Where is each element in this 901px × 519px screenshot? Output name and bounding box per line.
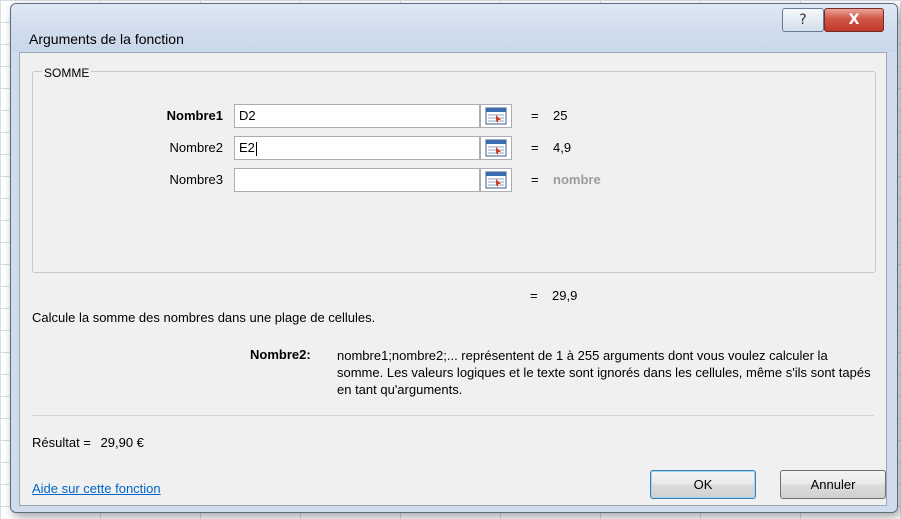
nombre3-result-hint: nombre xyxy=(553,172,601,187)
separator xyxy=(32,415,874,416)
arg-equals-3: = xyxy=(531,172,539,187)
arg-label-nombre3: Nombre3 xyxy=(169,172,223,187)
nombre1-collapse-dialog-icon[interactable] xyxy=(480,104,512,128)
arg-label-nombre2: Nombre2 xyxy=(169,140,223,155)
function-arguments-dialog: Arguments de la fonction ? X SOMME Nombr… xyxy=(10,3,898,513)
ok-label: OK xyxy=(693,477,713,492)
cancel-button[interactable]: Annuler xyxy=(780,470,886,499)
close-glyph: X xyxy=(848,12,860,28)
nombre2-result: 4,9 xyxy=(553,140,572,155)
arg-equals-2: = xyxy=(531,140,539,155)
formula-result: Résultat = 29,90 € xyxy=(32,435,144,450)
total-equals: = xyxy=(530,288,538,303)
arg-equals-1: = xyxy=(531,108,539,123)
text-caret xyxy=(255,141,257,156)
nombre3-input[interactable] xyxy=(234,168,480,192)
total-value: 29,9 xyxy=(552,288,578,303)
close-icon[interactable]: X xyxy=(824,8,884,32)
title-bar[interactable]: Arguments de la fonction ? X xyxy=(11,4,897,52)
ok-button[interactable]: OK xyxy=(650,470,756,499)
arg-help-name: Nombre2: xyxy=(250,347,311,362)
nombre1-result: 25 xyxy=(553,108,568,123)
nombre2-collapse-dialog-icon[interactable] xyxy=(480,136,512,160)
nombre2-input[interactable]: E2 xyxy=(234,136,480,160)
dialog-body: SOMME Nombre1 D2 = 25 Nombre2 E2 = 4,9 N… xyxy=(19,52,887,506)
nombre2-value: E2 xyxy=(239,140,255,155)
help-link[interactable]: Aide sur cette fonction xyxy=(32,481,161,496)
help-glyph: ? xyxy=(799,12,807,28)
result-label: Résultat = xyxy=(32,435,91,450)
help-icon[interactable]: ? xyxy=(782,8,824,32)
function-description: Calcule la somme des nombres dans une pl… xyxy=(32,310,376,325)
arg-help-text: nombre1;nombre2;... représentent de 1 à … xyxy=(337,348,871,397)
dialog-title: Arguments de la fonction xyxy=(29,31,184,47)
result-value: 29,90 € xyxy=(100,435,144,450)
arg-label-nombre1: Nombre1 xyxy=(166,108,223,123)
function-name: SOMME xyxy=(42,66,92,80)
cancel-label: Annuler xyxy=(810,477,856,492)
nombre1-value: D2 xyxy=(239,108,256,123)
function-group-box: SOMME Nombre1 D2 = 25 Nombre2 E2 = 4,9 N… xyxy=(32,66,876,273)
nombre3-collapse-dialog-icon[interactable] xyxy=(480,168,512,192)
nombre1-input[interactable]: D2 xyxy=(234,104,480,128)
